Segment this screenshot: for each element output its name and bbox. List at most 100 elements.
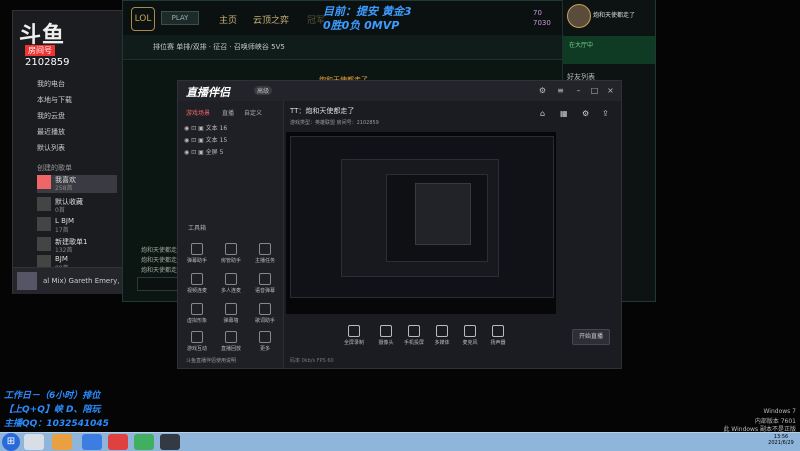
tool-voice[interactable]: 语音弹幕: [250, 273, 280, 294]
system-clock[interactable]: 13:56 2021/6/29: [764, 434, 798, 446]
menu-icon[interactable]: ≡: [556, 86, 565, 95]
folder-icon[interactable]: [52, 434, 72, 450]
explorer-icon[interactable]: [24, 434, 44, 450]
tool-more[interactable]: 更多: [250, 331, 280, 352]
lol-icon[interactable]: [160, 434, 180, 450]
stream-badge: 高级: [254, 86, 273, 95]
playlist-section-title: 创建的歌单: [37, 164, 72, 172]
tool-video-link[interactable]: 视频连麦: [182, 273, 212, 294]
tool-task[interactable]: 主播任务: [250, 243, 280, 264]
music-player-window[interactable]: 斗鱼 房间号 2102859 我的电台 本地与下载 我的云盘 最近播放 默认列表…: [12, 10, 129, 294]
tool-replay[interactable]: 直播回放: [216, 331, 246, 352]
stream-title: TT：炮和天使都走了: [290, 107, 355, 115]
tab-live[interactable]: 直播: [222, 108, 234, 117]
stream-titlebar: [178, 81, 621, 101]
lobby-status-text: 在大厅中: [569, 42, 594, 49]
gamepad-icon: [191, 331, 203, 343]
preview-nested-window: [386, 174, 488, 262]
stream-info-row: 游戏类型：英雄联盟 房间号：2102859: [290, 120, 379, 126]
clock-date: 2021/6/29: [768, 440, 794, 446]
playlist-item[interactable]: 我喜欢 258首: [37, 175, 117, 193]
tool-lyrics[interactable]: 歌词助手: [250, 303, 280, 324]
username: 炮和天使都走了: [593, 12, 636, 19]
user-icon: [225, 243, 237, 255]
avatar[interactable]: [567, 4, 591, 28]
more-icon: [259, 331, 271, 343]
be-currency: 70: [533, 9, 542, 17]
start-button[interactable]: ⊞: [2, 433, 20, 451]
taskbar: ⊞ 13:56 2021/6/29: [0, 432, 800, 451]
now-playing-bar[interactable]: al Mix) Gareth Emery, Way: [13, 267, 128, 294]
task-icon: [259, 243, 271, 255]
tool-admin[interactable]: 房管助手: [216, 243, 246, 264]
preview-nested-window: [415, 183, 471, 245]
video-icon: [191, 273, 203, 285]
lyrics-icon: [259, 303, 271, 315]
tab-game-scene[interactable]: 游戏场景: [186, 108, 210, 117]
start-stream-button[interactable]: 开始直播: [572, 329, 610, 345]
share-icon[interactable]: ⇪: [602, 109, 612, 119]
maximize-icon[interactable]: □: [590, 86, 599, 95]
tool-wall[interactable]: 弹幕墙: [216, 303, 246, 324]
toolbox-header: 工具箱: [188, 225, 207, 232]
tool-barrage[interactable]: 弹幕助手: [182, 243, 212, 264]
nav-item-default[interactable]: 默认列表: [37, 143, 117, 153]
preview-nested-window: [290, 136, 554, 298]
queue-breadcrumb: 排位赛 单排/双排 · 征召 · 召唤师峡谷 5V5: [153, 43, 285, 51]
overlay-schedule: 工作日－（6小时）排位: [4, 391, 101, 401]
close-icon[interactable]: ×: [606, 86, 615, 95]
tab-tft[interactable]: 云顶之弈: [253, 13, 289, 26]
help-link[interactable]: 斗鱼直播伴侣使用说明: [186, 357, 236, 364]
btn-phone-cast[interactable]: 手机投屏: [400, 325, 428, 346]
nav-item-local[interactable]: 本地与下载: [37, 95, 117, 105]
game-logo: LOL: [131, 7, 155, 31]
settings-icon[interactable]: ⚙: [582, 109, 592, 119]
tool-interact[interactable]: 游戏互动: [182, 331, 212, 352]
preview-nested-window: [341, 159, 499, 277]
album-cover: [17, 272, 37, 290]
grid-icon[interactable]: ▦: [560, 109, 570, 119]
heart-icon: [37, 175, 51, 189]
source-item[interactable]: ◉ ⊡ ▣ 文本 16: [184, 123, 227, 132]
wall-icon: [225, 303, 237, 315]
source-item[interactable]: ◉ ⊡ ▣ 文本 15: [184, 135, 227, 144]
minimize-icon[interactable]: –: [574, 86, 583, 95]
group-icon: [225, 273, 237, 285]
stream-status: 码率 0kb/s FPS 60: [290, 358, 334, 364]
source-item[interactable]: ◉ ⊡ ▣ 全屏 5: [184, 147, 223, 156]
now-playing-track: al Mix) Gareth Emery, Way: [43, 277, 125, 285]
lock-icon[interactable]: ⌂: [540, 109, 550, 119]
tab-home[interactable]: 主页: [219, 13, 237, 26]
kugou-icon[interactable]: [82, 434, 102, 450]
btn-media[interactable]: 多媒体: [428, 325, 456, 346]
wechat-icon[interactable]: [134, 434, 154, 450]
barrage-icon: [191, 243, 203, 255]
replay-icon: [225, 331, 237, 343]
monitor-icon: [348, 325, 360, 337]
stream-brand: 直播伴侣: [186, 86, 230, 99]
speaker-icon: [492, 325, 504, 337]
overlay-qq: 主播QQ：1032541045: [4, 419, 109, 429]
watermark-line: Windows 7: [763, 408, 796, 415]
btn-speaker[interactable]: 扬声器: [484, 325, 512, 346]
overlay-service: 【上Q+Q】峡 D、陪玩: [4, 405, 101, 415]
stream-preview: [286, 132, 556, 314]
room-label: 房间号: [25, 45, 55, 56]
nav-item-cloud[interactable]: 我的云盘: [37, 111, 117, 121]
mic-icon: [464, 325, 476, 337]
rp-currency: 7030: [533, 19, 551, 27]
douyu-icon[interactable]: [108, 434, 128, 450]
nav-item-radio[interactable]: 我的电台: [37, 79, 117, 89]
settings-icon[interactable]: ⚙: [538, 86, 547, 95]
tool-avatar[interactable]: 虚拟形象: [182, 303, 212, 324]
play-button[interactable]: PLAY: [161, 11, 199, 25]
btn-mic[interactable]: 麦克风: [456, 325, 484, 346]
room-number: 2102859: [25, 57, 70, 68]
media-icon: [436, 325, 448, 337]
avatar-icon: [191, 303, 203, 315]
btn-camera[interactable]: 摄像头: [372, 325, 400, 346]
btn-fullscreen-record[interactable]: 全屏录制: [340, 325, 368, 346]
tab-custom[interactable]: 自定义: [244, 108, 262, 117]
tool-multi-link[interactable]: 多人连麦: [216, 273, 246, 294]
nav-item-recent[interactable]: 最近播放: [37, 127, 117, 137]
